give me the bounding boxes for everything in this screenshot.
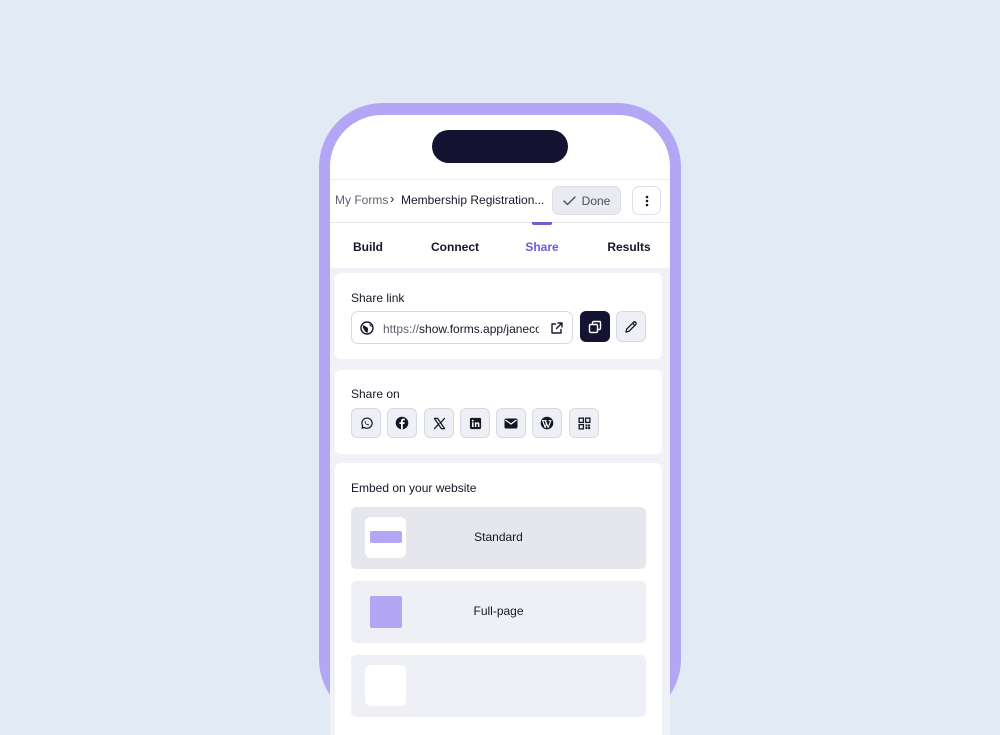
share-qr-code-button[interactable] (569, 408, 599, 438)
embed-option-next[interactable] (351, 655, 646, 717)
share-link-url: https://show.forms.app/janeco (383, 322, 539, 336)
status-area (330, 115, 670, 179)
qr-code-icon (577, 416, 591, 430)
x-icon (433, 417, 445, 429)
tab-connect[interactable]: Connect (431, 240, 479, 254)
tab-results[interactable]: Results (607, 240, 650, 254)
share-whatsapp-button[interactable] (351, 408, 381, 438)
edit-link-button[interactable] (616, 311, 646, 342)
share-link-url-scheme: https:// (383, 322, 420, 336)
embed-card: Embed on your website Standard Full-page (335, 463, 662, 735)
breadcrumb-separator: › (390, 191, 395, 206)
tab-share[interactable]: Share (525, 240, 558, 254)
share-link-url-path: show.forms.app/janeco (419, 322, 539, 336)
embed-option-full-page-label: Full-page (473, 604, 524, 618)
pencil-icon (625, 320, 637, 333)
whatsapp-icon (360, 416, 373, 429)
active-tab-indicator (532, 222, 552, 225)
done-label: Done (581, 193, 611, 208)
breadcrumb-my-forms[interactable]: My Forms (335, 193, 388, 207)
facebook-icon (395, 416, 409, 430)
share-on-card: Share on (335, 370, 662, 454)
share-linkedin-button[interactable] (460, 408, 490, 438)
embed-option-standard[interactable]: Standard (351, 507, 646, 569)
tab-build[interactable]: Build (353, 240, 383, 254)
check-icon (562, 195, 576, 205)
phone-frame: My Forms › Membership Registration... Do… (319, 103, 681, 735)
copy-link-button[interactable] (580, 311, 610, 342)
email-icon (504, 418, 518, 428)
next-embed-thumbnail (365, 665, 406, 706)
share-link-card: Share link https://show.forms.app/janeco (335, 273, 662, 359)
breadcrumb-current-form: Membership Registration... (401, 193, 545, 207)
tab-bar: Build Connect Share Results (330, 222, 670, 268)
share-link-title: Share link (351, 291, 405, 305)
globe-icon (360, 321, 374, 335)
done-button[interactable]: Done (552, 186, 621, 215)
more-options-button[interactable] (632, 186, 661, 215)
share-on-title: Share on (351, 387, 400, 401)
phone-screen: My Forms › Membership Registration... Do… (330, 115, 670, 735)
share-link-field[interactable]: https://show.forms.app/janeco (351, 311, 573, 344)
share-facebook-button[interactable] (387, 408, 417, 438)
wordpress-icon (540, 416, 554, 430)
embed-option-full-page[interactable]: Full-page (351, 581, 646, 643)
external-link-icon[interactable] (550, 321, 564, 335)
share-email-button[interactable] (496, 408, 526, 438)
linkedin-icon (469, 417, 481, 429)
more-vertical-icon (645, 195, 648, 206)
dynamic-island (432, 130, 568, 163)
embed-title: Embed on your website (351, 481, 477, 495)
share-x-button[interactable] (424, 408, 454, 438)
share-wordpress-button[interactable] (532, 408, 562, 438)
copy-icon (588, 320, 602, 333)
embed-option-standard-label: Standard (474, 530, 523, 544)
app-header: My Forms › Membership Registration... Do… (330, 179, 670, 222)
